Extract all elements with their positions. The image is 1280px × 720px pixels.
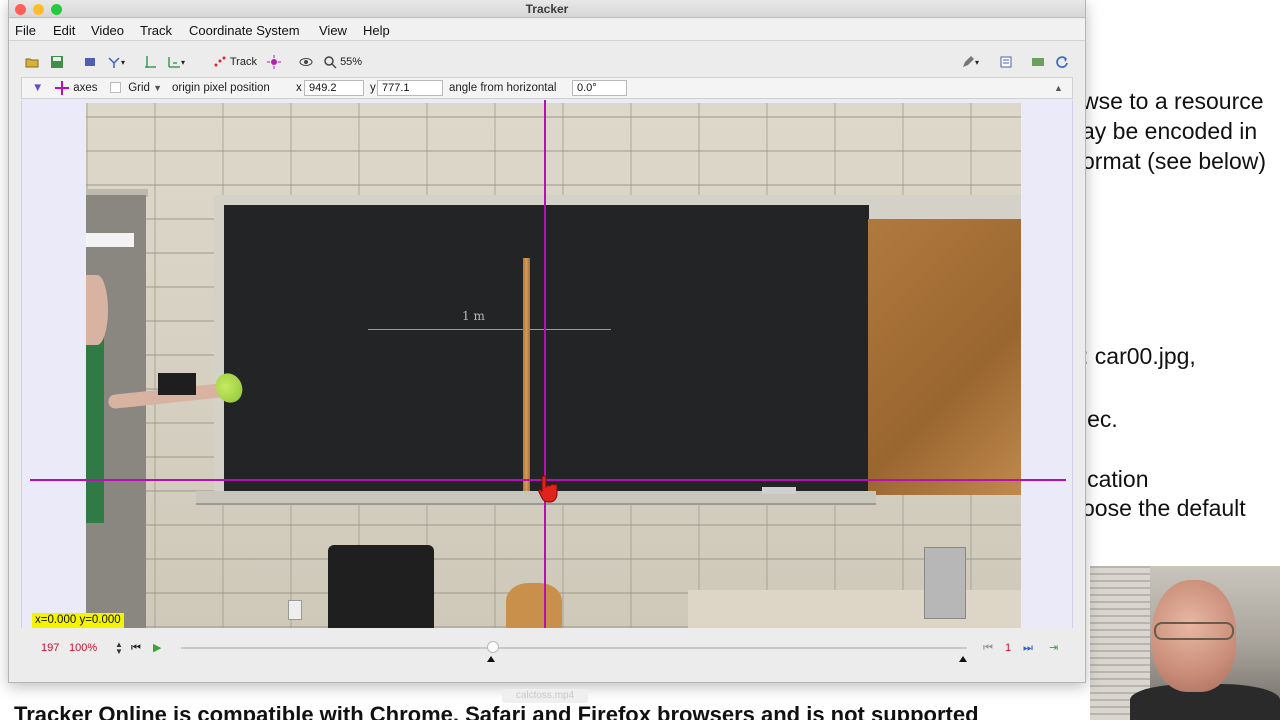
menu-view[interactable]: View bbox=[319, 23, 347, 38]
clip-settings-icon[interactable]: ▾ bbox=[107, 53, 125, 71]
scroll-up-icon[interactable]: ▲ bbox=[1054, 81, 1063, 95]
chair bbox=[506, 583, 562, 628]
y-axis-line[interactable] bbox=[544, 100, 546, 628]
webcam-overlay bbox=[1090, 566, 1280, 720]
coordinate-readout: x=0.000 y=0.000 bbox=[32, 613, 124, 628]
pencil-drawing-icon[interactable]: ▾ bbox=[961, 53, 979, 71]
step-size[interactable]: 1 bbox=[1005, 641, 1011, 655]
coffee-machine bbox=[328, 545, 434, 628]
menu-track[interactable]: Track bbox=[140, 23, 172, 38]
meter-stick bbox=[523, 258, 530, 494]
hand-cursor-icon bbox=[538, 475, 558, 503]
frame-number[interactable]: 197 bbox=[41, 641, 59, 655]
y-label: y bbox=[370, 82, 376, 94]
presenter-glasses bbox=[1154, 622, 1234, 640]
corkboard bbox=[868, 219, 1021, 495]
axes-tool-icon[interactable] bbox=[143, 53, 157, 71]
chalk-scale-label: 1 m bbox=[462, 309, 485, 323]
doc-bottom-line: Tracker Online is compatible with Chrome… bbox=[14, 704, 979, 720]
timeline-thumb[interactable] bbox=[487, 641, 499, 653]
refresh-icon[interactable] bbox=[1055, 53, 1069, 71]
toolbar: ▾ ▾ Track 55% ▾ bbox=[9, 50, 1085, 74]
axes-toggle[interactable]: axes bbox=[54, 81, 98, 95]
rate-spinner-icon[interactable]: ▲ ▼ bbox=[115, 641, 123, 656]
doc-line: ication bbox=[1082, 466, 1149, 492]
save-icon[interactable] bbox=[50, 53, 64, 71]
video-panel[interactable]: 1 m x=0.000 y=0.000 bbox=[21, 100, 1073, 628]
window-title: Tracker bbox=[525, 2, 569, 16]
menu-edit[interactable]: Edit bbox=[53, 23, 75, 38]
chalk-scale-line bbox=[368, 329, 611, 330]
doc-line: wse to a resource bbox=[1082, 88, 1264, 114]
grid-dropdown-icon[interactable]: ▼ bbox=[153, 83, 162, 93]
angle-label: angle from horizontal bbox=[449, 82, 557, 94]
playback-rate[interactable]: 100% bbox=[69, 641, 97, 655]
play-button-icon[interactable]: ▶ bbox=[153, 641, 161, 655]
step-back-icon[interactable]: ⏮ bbox=[983, 641, 993, 655]
video-clip-icon[interactable] bbox=[83, 53, 97, 71]
grid-checkbox[interactable] bbox=[110, 82, 121, 94]
origin-y-field[interactable]: 777.1 bbox=[377, 80, 443, 96]
minimize-window-button[interactable] bbox=[33, 4, 44, 15]
ceiling-light bbox=[86, 233, 134, 247]
doc-line: ormat (see below) bbox=[1082, 148, 1267, 174]
doc-line: : car00.jpg, bbox=[1082, 343, 1196, 369]
light-switch bbox=[158, 373, 196, 395]
screen: wse to a resource ay be encoded in ormat… bbox=[0, 0, 1280, 720]
menu-bar: File Edit Video Track Coordinate System … bbox=[9, 19, 1085, 41]
step-forward-icon[interactable]: ⏭ bbox=[1023, 641, 1033, 655]
menu-video[interactable]: Video bbox=[91, 23, 124, 38]
chalkboard bbox=[224, 205, 869, 495]
open-folder-icon[interactable] bbox=[25, 53, 39, 71]
person-body bbox=[86, 333, 104, 523]
collapse-triangle-icon[interactable]: ▼ bbox=[32, 81, 43, 95]
doc-line: ay be encoded in bbox=[1082, 118, 1258, 144]
video-frame[interactable]: 1 m bbox=[86, 103, 1021, 628]
tracker-window: Tracker File Edit Video Track Coordinate… bbox=[8, 0, 1086, 683]
person-head bbox=[86, 275, 108, 345]
menu-coordinate-system[interactable]: Coordinate System bbox=[189, 23, 300, 38]
x-label: x bbox=[296, 82, 302, 94]
memory-icon[interactable] bbox=[1031, 53, 1045, 71]
menu-file[interactable]: File bbox=[15, 23, 36, 38]
zoom-control[interactable]: 55% bbox=[323, 53, 362, 71]
visibility-eye-icon[interactable] bbox=[299, 53, 313, 71]
title-bar[interactable]: Tracker bbox=[9, 0, 1085, 18]
reset-to-start-icon[interactable]: ⏮ bbox=[131, 641, 141, 655]
close-window-button[interactable] bbox=[15, 4, 26, 15]
origin-label: origin pixel position bbox=[172, 82, 270, 94]
grid-toggle[interactable]: Grid ▼ bbox=[110, 81, 162, 95]
calibration-tool-icon[interactable]: ▾ bbox=[167, 53, 185, 71]
autotracker-icon[interactable] bbox=[267, 53, 281, 71]
doc-line: lec. bbox=[1082, 406, 1118, 432]
doc-line: oose the default bbox=[1082, 495, 1246, 521]
track-label: Track bbox=[229, 56, 257, 68]
zoom-window-button[interactable] bbox=[51, 4, 62, 15]
axes-cross-icon bbox=[55, 81, 69, 95]
file-name-tooltip: calctoss.mp4 bbox=[502, 689, 588, 703]
grid-label: Grid bbox=[128, 82, 150, 94]
wall-outlet bbox=[288, 600, 302, 620]
zoom-level: 55% bbox=[340, 56, 363, 68]
origin-x-field[interactable]: 949.2 bbox=[304, 80, 364, 96]
start-marker-icon[interactable] bbox=[487, 656, 495, 662]
timeline-slider[interactable] bbox=[181, 647, 967, 649]
menu-help[interactable]: Help bbox=[363, 23, 390, 38]
loop-icon[interactable]: ⇥ bbox=[1049, 641, 1058, 655]
magnifier-icon bbox=[324, 56, 337, 69]
coordinate-system-bar: ▼ axes Grid ▼ origin pixel position x 94… bbox=[21, 77, 1073, 99]
track-button[interactable]: Track bbox=[213, 53, 257, 71]
player-bar: 197 100% ▲ ▼ ⏮ ▶ ⏮ 1 ⏭ ⇥ bbox=[21, 632, 1073, 666]
sink bbox=[924, 547, 966, 619]
notes-icon[interactable] bbox=[999, 53, 1013, 71]
axes-label: axes bbox=[73, 82, 98, 95]
lab-table bbox=[688, 590, 1021, 628]
angle-field[interactable]: 0.0° bbox=[572, 80, 627, 96]
eraser bbox=[762, 487, 796, 494]
end-marker-icon[interactable] bbox=[959, 656, 967, 662]
